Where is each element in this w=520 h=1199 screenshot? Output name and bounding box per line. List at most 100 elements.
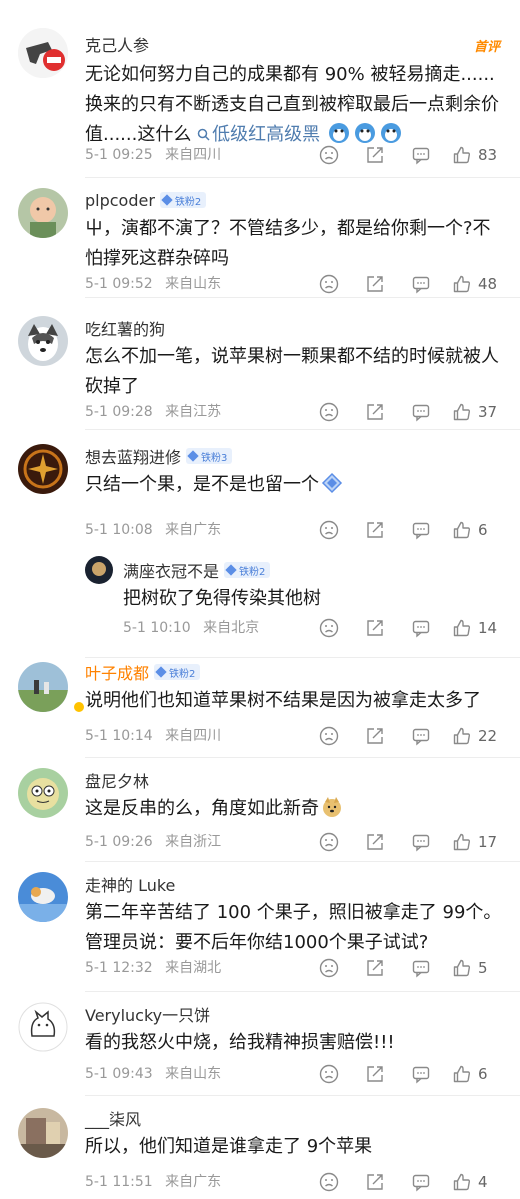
dislike-button[interactable] — [306, 401, 352, 423]
comment-icon — [412, 728, 430, 746]
diamond-icon — [225, 564, 237, 576]
sad-face-icon — [319, 832, 339, 852]
share-button[interactable] — [352, 401, 398, 423]
comment-meta: 5-1 10:10 来自北京 — [123, 618, 267, 638]
share-icon — [367, 834, 383, 850]
like-button[interactable]: 6 — [444, 520, 502, 540]
avatar[interactable] — [18, 1108, 68, 1158]
dislike-button[interactable] — [306, 519, 352, 541]
username[interactable]: 叶子成都 — [85, 660, 149, 684]
share-button[interactable] — [352, 273, 398, 295]
comment-item: 吃红薯的狗 怎么不加一笔，说苹果树一颗果都不结的时候就被人砍掉了 5-1 09:… — [0, 298, 520, 430]
location: 来自广东 — [165, 1174, 222, 1190]
avatar[interactable] — [18, 316, 68, 366]
share-button[interactable] — [352, 519, 398, 541]
username[interactable]: ___柒风 — [85, 1106, 141, 1130]
username[interactable]: 满座衣冠不是 — [123, 558, 219, 582]
like-button[interactable]: 4 — [444, 1172, 502, 1192]
like-count: 48 — [478, 275, 498, 293]
reply-button[interactable] — [398, 401, 444, 423]
share-button[interactable] — [352, 1063, 398, 1085]
username[interactable]: 吃红薯的狗 — [85, 316, 165, 340]
like-button[interactable]: 22 — [444, 726, 502, 746]
dislike-button[interactable] — [306, 1063, 352, 1085]
username[interactable]: 想去蓝翔进修 — [85, 444, 181, 468]
share-icon — [367, 1174, 383, 1190]
share-button[interactable] — [352, 617, 398, 639]
username[interactable]: 克己人参 — [85, 32, 149, 56]
share-button[interactable] — [352, 957, 398, 979]
reply-button[interactable] — [398, 831, 444, 853]
dislike-button[interactable] — [306, 617, 352, 639]
like-button[interactable]: 48 — [444, 274, 502, 294]
verified-badge-icon — [72, 700, 86, 714]
comment-item: ___柒风 所以，他们知道是谁拿走了 9个苹果 5-1 11:51 来自广东 4 — [0, 1096, 520, 1199]
comment-actions: 4 — [306, 1171, 502, 1193]
share-icon — [367, 276, 383, 292]
reply-button[interactable] — [398, 617, 444, 639]
like-button[interactable]: 37 — [444, 402, 502, 422]
share-button[interactable] — [352, 831, 398, 853]
username[interactable]: 盘尼夕林 — [85, 768, 149, 792]
thumbs-up-icon — [453, 275, 471, 293]
reply-button[interactable] — [398, 519, 444, 541]
sad-face-icon — [319, 274, 339, 294]
comment-icon — [412, 834, 430, 852]
dislike-button[interactable] — [306, 144, 352, 166]
like-count: 17 — [478, 833, 498, 851]
username[interactable]: plpcoder — [85, 191, 155, 210]
like-button[interactable]: 14 — [444, 618, 502, 638]
reply-button[interactable] — [398, 144, 444, 166]
location: 来自湖北 — [165, 960, 222, 976]
share-icon — [367, 522, 383, 538]
avatar[interactable] — [18, 28, 68, 78]
like-count: 37 — [478, 403, 498, 421]
sad-face-icon — [319, 402, 339, 422]
like-button[interactable]: 5 — [444, 958, 502, 978]
comment-text: 怎么不加一笔，说苹果树一颗果都不结的时候就被人砍掉了 — [85, 346, 499, 397]
avatar[interactable] — [18, 1002, 68, 1052]
username[interactable]: Verylucky一只饼 — [85, 1002, 210, 1026]
reply-button[interactable] — [398, 1171, 444, 1193]
comment-text: 所以，他们知道是谁拿走了 9个苹果 — [85, 1136, 373, 1157]
comment-meta: 5-1 10:08 来自广东 — [85, 520, 229, 540]
thumbs-up-icon — [453, 1173, 471, 1191]
location: 来自广东 — [165, 522, 222, 538]
avatar[interactable] — [18, 872, 68, 922]
reply-button[interactable] — [398, 957, 444, 979]
like-button[interactable]: 17 — [444, 832, 502, 852]
fan-badge: 铁粉2 — [154, 664, 201, 680]
reply-button[interactable] — [398, 725, 444, 747]
emoji-icon — [328, 122, 350, 144]
emoji-icon — [354, 122, 376, 144]
reply-button[interactable] — [398, 273, 444, 295]
share-button[interactable] — [352, 144, 398, 166]
comment-meta: 5-1 09:25 来自四川 — [85, 145, 229, 165]
sad-face-icon — [319, 1064, 339, 1084]
share-button[interactable] — [352, 1171, 398, 1193]
sad-face-icon — [319, 520, 339, 540]
share-button[interactable] — [352, 725, 398, 747]
avatar[interactable] — [18, 662, 86, 714]
dislike-button[interactable] — [306, 957, 352, 979]
dislike-button[interactable] — [306, 273, 352, 295]
comment-text: 第二年辛苦结了 100 个果子，照旧被拿走了 99个。管理员说：要不后年你结10… — [85, 902, 502, 953]
location: 来自四川 — [165, 728, 222, 744]
dislike-button[interactable] — [306, 725, 352, 747]
fan-badge: 铁粉3 — [186, 448, 233, 464]
dislike-button[interactable] — [306, 1171, 352, 1193]
avatar[interactable] — [18, 444, 68, 494]
like-button[interactable]: 6 — [444, 1064, 502, 1084]
comment-icon — [412, 147, 430, 165]
comment-actions: 6 — [306, 519, 502, 541]
hashtag-link[interactable]: 低级红高级黑 — [197, 124, 320, 145]
timestamp: 5-1 09:28 — [85, 404, 153, 420]
like-button[interactable]: 83 — [444, 145, 502, 165]
avatar[interactable] — [85, 556, 113, 584]
avatar[interactable] — [18, 768, 68, 818]
username[interactable]: 走神的 Luke — [85, 872, 175, 896]
avatar[interactable] — [18, 188, 68, 238]
comment-icon — [412, 960, 430, 978]
dislike-button[interactable] — [306, 831, 352, 853]
reply-button[interactable] — [398, 1063, 444, 1085]
